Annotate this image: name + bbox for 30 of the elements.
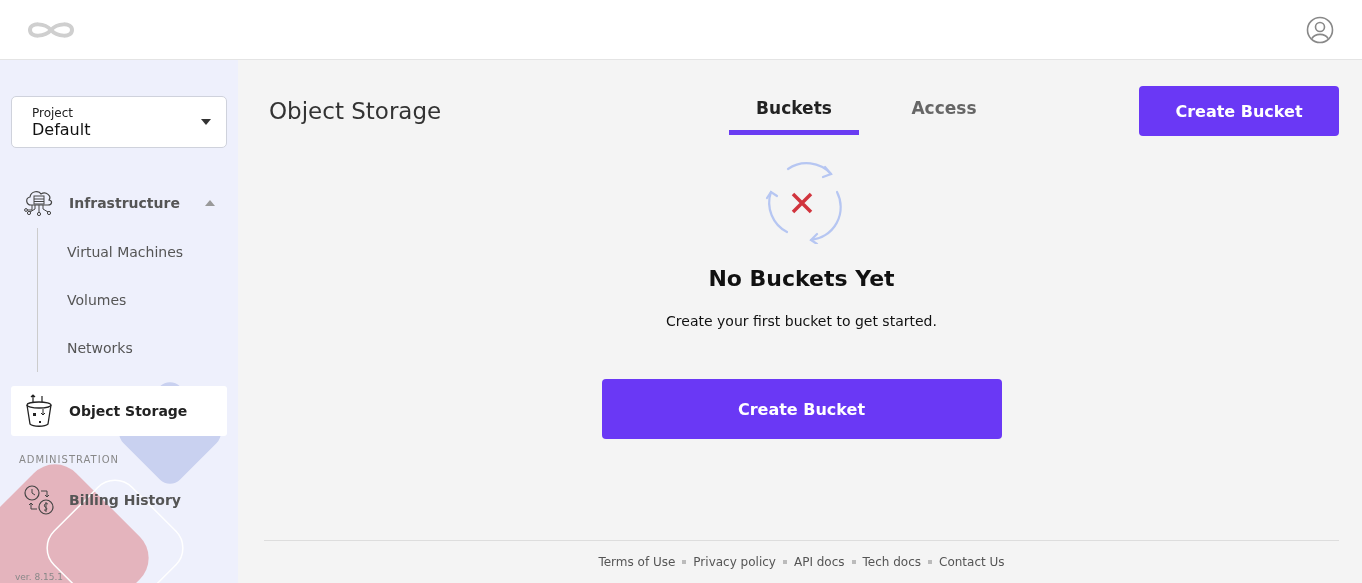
project-label: Project: [32, 105, 75, 120]
nav-subitem[interactable]: Virtual Machines: [67, 228, 227, 276]
nav-subitem[interactable]: Networks: [67, 324, 227, 372]
cloud-server-icon: [23, 188, 55, 218]
footer-link[interactable]: API docs: [793, 555, 845, 569]
nav-item[interactable]: Object Storage: [11, 386, 227, 436]
footer-link[interactable]: Terms of Use: [598, 555, 676, 569]
dropdown-caret-icon: [201, 119, 211, 125]
infinity-logo-icon: [26, 19, 76, 40]
footer-link[interactable]: Tech docs: [862, 555, 922, 569]
clock-coin-icon: [23, 484, 55, 516]
bucket-icon: [23, 394, 55, 428]
empty-state-title: No Buckets Yet: [708, 266, 895, 291]
page-title: Object Storage: [269, 98, 443, 124]
footer-link[interactable]: Contact Us: [939, 555, 1005, 569]
nav-item[interactable]: Billing History: [11, 475, 227, 525]
nav-item[interactable]: Infrastructure: [11, 178, 227, 228]
project-value: Default: [32, 119, 91, 139]
empty-state-message: Create your first bucket to get started.: [666, 313, 937, 329]
section-heading: ADMINISTRATION: [19, 454, 121, 465]
project-select[interactable]: Project Default: [11, 96, 227, 148]
footer-link[interactable]: Privacy policy: [693, 555, 776, 569]
create-bucket-button[interactable]: Create Bucket: [601, 379, 1002, 439]
account-button[interactable]: [1306, 15, 1334, 44]
tab[interactable]: Buckets: [729, 87, 859, 135]
create-bucket-button[interactable]: Create Bucket: [1139, 86, 1339, 136]
version-label: ver. 8.15.1: [15, 572, 64, 582]
tab[interactable]: Access: [879, 87, 1009, 135]
user-icon: [1306, 15, 1334, 44]
nav-subitem[interactable]: Volumes: [67, 276, 227, 324]
